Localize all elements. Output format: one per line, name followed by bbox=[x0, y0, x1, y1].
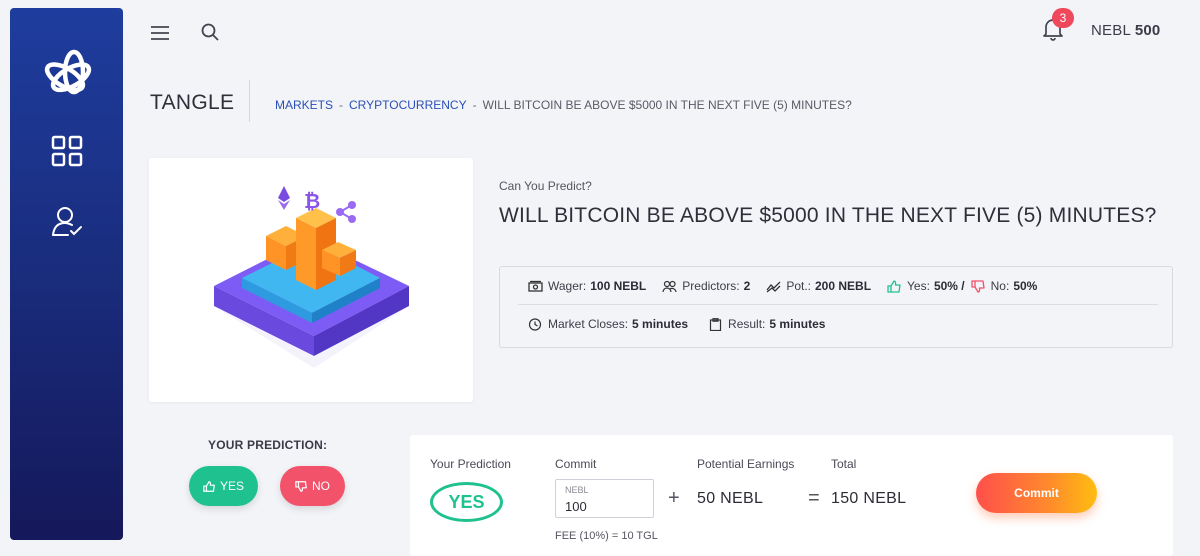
potential-earnings-label: Potential Earnings bbox=[697, 457, 795, 471]
wager-value: 100 NEBL bbox=[590, 279, 647, 293]
grid-icon[interactable] bbox=[50, 134, 84, 168]
pot-value: 200 NEBL bbox=[815, 279, 872, 293]
stat-predictors: Predictors: 2 bbox=[662, 279, 750, 293]
selected-prediction: YES bbox=[430, 482, 503, 522]
user-check-icon[interactable] bbox=[50, 204, 84, 238]
commit-unit: NEBL bbox=[565, 485, 589, 495]
no-label: No: bbox=[990, 279, 1010, 293]
no-value: 50% bbox=[1013, 279, 1038, 293]
search-icon[interactable] bbox=[200, 22, 220, 42]
sidebar bbox=[10, 8, 123, 540]
cash-icon bbox=[528, 280, 543, 292]
potential-earnings-value: 50 NEBL bbox=[697, 490, 764, 507]
commit-label: Commit bbox=[555, 457, 597, 471]
stats-row: Wager: 100 NEBL Predictors: 2 Pot.: 200 NEB… bbox=[528, 279, 1053, 293]
thumbs-down-icon bbox=[970, 279, 985, 293]
closes-value: 5 minutes bbox=[632, 317, 689, 331]
closes-label: Market Closes: bbox=[548, 317, 629, 331]
commit-field[interactable]: NEBL bbox=[555, 479, 654, 518]
question-eyebrow: Can You Predict? bbox=[499, 179, 592, 193]
stat-result: Result: 5 minutes bbox=[708, 317, 825, 331]
result-label: Result: bbox=[728, 317, 766, 331]
predict-yes-button[interactable]: YES bbox=[189, 466, 258, 506]
thumbs-down-icon bbox=[295, 480, 307, 492]
commit-input[interactable] bbox=[565, 497, 645, 515]
balance-amount: 500 bbox=[1134, 22, 1161, 39]
market-image-card: ₿ bbox=[149, 158, 473, 402]
yes-value: 50% / bbox=[933, 279, 965, 293]
breadcrumb-separator: - bbox=[339, 98, 344, 112]
stat-market-closes: Market Closes: 5 minutes bbox=[528, 317, 688, 331]
predictors-value: 2 bbox=[743, 279, 751, 293]
notification-badge[interactable]: 3 bbox=[1052, 8, 1074, 28]
thumbs-up-icon bbox=[203, 480, 215, 492]
trend-icon bbox=[766, 281, 781, 293]
stat-pot: Pot.: 200 NEBL bbox=[766, 279, 871, 293]
breadcrumb-separator: - bbox=[472, 98, 477, 112]
logo-icon[interactable] bbox=[42, 46, 94, 98]
breadcrumb-markets[interactable]: MARKETS bbox=[275, 98, 333, 112]
breadcrumb-current: WILL BITCOIN BE ABOVE $5000 IN THE NEXT … bbox=[482, 98, 852, 112]
result-value: 5 minutes bbox=[769, 317, 826, 331]
wager-label: Wager: bbox=[548, 279, 587, 293]
total-value: 150 NEBL bbox=[831, 490, 907, 507]
predict-yes-label: YES bbox=[219, 479, 244, 493]
predict-no-button[interactable]: NO bbox=[280, 466, 345, 506]
commit-button[interactable]: Commit bbox=[976, 473, 1097, 513]
market-question: WILL BITCOIN BE ABOVE $5000 IN THE NEXT … bbox=[499, 204, 1157, 227]
svg-text:₿: ₿ bbox=[304, 189, 320, 213]
clock-icon bbox=[528, 317, 542, 331]
breadcrumb-cryptocurrency[interactable]: CRYPTOCURRENCY bbox=[349, 98, 467, 112]
balance-currency: NEBL bbox=[1091, 22, 1131, 39]
yes-label: Yes: bbox=[907, 279, 930, 293]
crypto-isometric-illustration: ₿ bbox=[214, 186, 409, 368]
thumbs-up-icon bbox=[887, 279, 901, 293]
users-icon bbox=[662, 280, 677, 292]
stats-row: Market Closes: 5 minutes Result: 5 minutes bbox=[528, 317, 841, 331]
predict-no-label: NO bbox=[312, 479, 330, 493]
breadcrumb: MARKETS - CRYPTOCURRENCY - WILL BITCOIN BE A… bbox=[275, 98, 852, 112]
wallet-balance[interactable]: NEBL 500 bbox=[1091, 22, 1160, 39]
fee-note: FEE (10%) = 10 TGL bbox=[555, 530, 658, 542]
stat-wager: Wager: 100 NEBL bbox=[528, 279, 646, 293]
your-prediction-label: Your Prediction bbox=[430, 457, 511, 471]
stat-yes: Yes: 50% / bbox=[887, 279, 965, 293]
page-title: TANGLE bbox=[150, 91, 235, 114]
menu-icon[interactable] bbox=[150, 24, 170, 42]
predictors-label: Predictors: bbox=[682, 279, 740, 293]
prediction-heading: YOUR PREDICTION: bbox=[208, 438, 328, 452]
stats-divider bbox=[518, 304, 1158, 305]
stat-no: No: 50% bbox=[970, 279, 1038, 293]
clipboard-icon bbox=[709, 317, 722, 331]
market-stats: Wager: 100 NEBL Predictors: 2 Pot.: 200 NEB… bbox=[499, 266, 1173, 348]
plus-sign: + bbox=[668, 487, 680, 509]
commit-panel: Your Prediction YES Commit NEBL FEE (10%… bbox=[410, 435, 1173, 556]
equals-sign: = bbox=[808, 487, 820, 509]
pot-label: Pot.: bbox=[786, 279, 811, 293]
total-label: Total bbox=[831, 457, 857, 471]
title-divider bbox=[249, 80, 250, 122]
